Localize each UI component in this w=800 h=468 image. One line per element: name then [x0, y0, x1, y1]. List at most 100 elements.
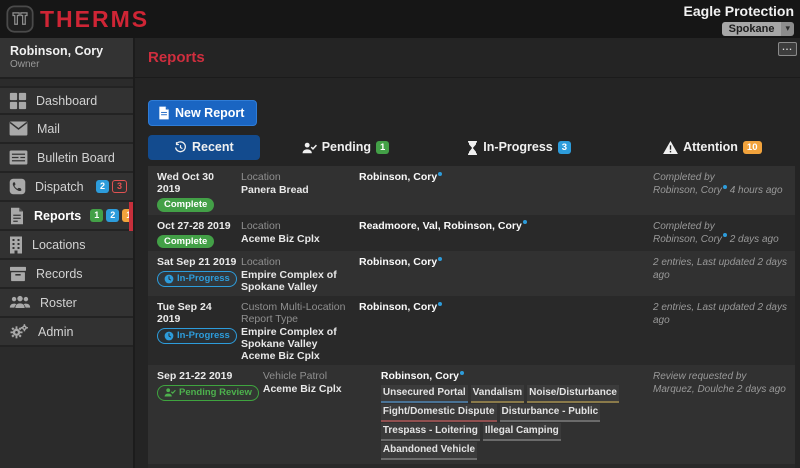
report-status-badge: In-Progress	[157, 328, 237, 344]
app-shell: Robinson, Cory Owner Dashboard	[0, 38, 800, 468]
clock-icon	[164, 274, 174, 284]
report-location: Aceme Biz Cplx	[241, 233, 351, 245]
report-meta: Review requested byMarquez, Doulche 2 da…	[653, 368, 787, 461]
report-status-label: In-Progress	[177, 331, 230, 341]
therms-logo[interactable]: THERMS	[6, 5, 149, 33]
report-type: Location	[241, 220, 351, 232]
sidebar-item-roster[interactable]: Roster	[0, 289, 133, 318]
report-row[interactable]: Sep 21-22 2019 Pending Review	[148, 365, 795, 464]
user-role: Owner	[10, 59, 123, 70]
person-status-dot	[723, 233, 727, 237]
sidebar-item-dashboard[interactable]: Dashboard	[0, 86, 133, 115]
sidebar-item-reports[interactable]: Reports 1 2 10	[0, 202, 133, 231]
report-type-cell: Location Empire Complex of Spokane Valle…	[241, 254, 359, 293]
report-row[interactable]: Oct 27-28 2019 Complete	[148, 215, 795, 252]
report-type-cell: Location Panera Bread	[241, 169, 359, 212]
person-status-dot	[438, 257, 442, 261]
clock-icon	[164, 331, 174, 341]
sidebar-item-dispatch[interactable]: Dispatch 2 3	[0, 173, 133, 202]
report-location: Empire Complex of Spokane Valley	[241, 269, 351, 293]
tab-pending[interactable]: Pending 1	[292, 136, 400, 160]
newspaper-icon	[9, 150, 28, 165]
sidebar-item-admin[interactable]: Admin	[0, 318, 133, 347]
report-type-cell: Custom Multi-Location Report Type Empire…	[241, 299, 359, 362]
report-tag: Unsecured Portal	[381, 385, 468, 403]
report-meta: 2 entries, Last updated 2 days ago	[653, 299, 787, 362]
region-selector-value: Spokane	[722, 22, 782, 36]
report-date: Oct 27-28 2019	[157, 218, 237, 232]
tab-recent[interactable]: Recent	[148, 135, 260, 160]
tab-in-progress[interactable]: In-Progress 3	[457, 136, 581, 160]
report-table: Wed Oct 30 2019 Complete	[148, 166, 795, 468]
sidebar-item-locations[interactable]: Locations	[0, 231, 133, 260]
page-title: Reports	[148, 49, 205, 66]
report-status-badge: Complete	[157, 198, 214, 212]
archive-box-icon	[9, 266, 27, 282]
person-status-dot	[723, 185, 727, 189]
report-tag: Disturbance - Public	[500, 404, 601, 422]
main-panel: Reports ... New Report	[135, 38, 800, 468]
sidebar-item-label: Bulletin Board	[37, 151, 115, 165]
report-row[interactable]: Sat Sep 21 2019 In-Progress	[148, 251, 795, 296]
report-date-cell: Oct 27-28 2019 Complete	[157, 218, 241, 249]
dispatch-badge-red: 3	[112, 180, 127, 193]
app-window: THERMS Eagle Protection Spokane ▾ Robins…	[0, 0, 800, 468]
report-tag: Fight/Domestic Dispute	[381, 404, 497, 422]
report-status-label: Complete	[164, 200, 207, 210]
sidebar-item-label: Records	[36, 267, 83, 281]
tab-attention[interactable]: Attention 10	[653, 136, 771, 160]
report-tag: Abandoned Vehicle	[381, 442, 477, 460]
sidebar-item-label: Reports	[34, 209, 81, 223]
reports-badges: 1 2 10	[90, 209, 135, 222]
sidebar-item-label: Admin	[38, 325, 73, 339]
sidebar-item-mail[interactable]: Mail	[0, 115, 133, 144]
report-people: Robinson, Cory	[381, 370, 645, 382]
person-check-icon	[164, 388, 176, 397]
dispatch-badges: 2 3	[96, 180, 127, 193]
report-location: Panera Bread	[241, 184, 351, 196]
top-bar: THERMS Eagle Protection Spokane ▾	[0, 0, 800, 38]
report-date-cell: Tue Sep 24 2019 In-Progress	[157, 299, 241, 362]
report-people-cell: Robinson, Cory	[359, 169, 653, 212]
warning-triangle-icon	[663, 141, 678, 154]
sidebar-item-label: Locations	[32, 238, 86, 252]
report-people-cell: Readmoore, Val, Robinson, Cory	[359, 218, 653, 249]
reports-badge-blue: 2	[106, 209, 119, 222]
report-type-cell: Vehicle Patrol Aceme Biz Cplx	[263, 368, 381, 461]
report-people-cell: Robinson, Cory	[359, 254, 653, 293]
person-status-dot	[438, 172, 442, 176]
dashboard-icon	[9, 92, 27, 110]
sidebar-nav: Dashboard Mail	[0, 86, 133, 347]
new-report-button[interactable]: New Report	[148, 100, 257, 126]
report-date-cell: Sat Sep 21 2019 In-Progress	[157, 254, 241, 293]
report-tag: Trespass - Loitering	[381, 423, 480, 441]
sidebar-user[interactable]: Robinson, Cory Owner	[0, 38, 133, 79]
logo-wordmark: THERMS	[40, 8, 149, 31]
sidebar-item-bulletin-board[interactable]: Bulletin Board	[0, 144, 133, 173]
report-meta: Completed byRobinson, Cory 2 days ago	[653, 218, 787, 249]
report-people: Readmoore, Val, Robinson, Cory	[359, 220, 645, 232]
report-date: Wed Oct 30 2019	[157, 169, 237, 195]
sidebar: Robinson, Cory Owner Dashboard	[0, 38, 135, 468]
report-row[interactable]: Tue Sep 24 2019 In-Progress	[148, 296, 795, 365]
new-report-icon	[158, 106, 170, 120]
region-selector[interactable]: Spokane ▾	[722, 22, 794, 36]
report-type: Location	[241, 171, 351, 183]
report-people: Robinson, Cory	[359, 171, 645, 183]
report-status-badge: Complete	[157, 235, 214, 249]
phone-icon	[9, 178, 26, 195]
report-date: Sat Sep 21 2019	[157, 254, 237, 268]
sidebar-item-label: Mail	[37, 122, 60, 136]
chevron-down-icon: ▾	[781, 22, 794, 36]
report-people-cell: Robinson, Cory Unsecured PortalVandalism…	[381, 368, 653, 461]
more-options-button[interactable]: ...	[778, 42, 797, 56]
report-row[interactable]: Wed Oct 30 2019 Complete	[148, 166, 795, 215]
page-header: Reports ...	[135, 38, 800, 78]
sidebar-item-records[interactable]: Records	[0, 260, 133, 289]
tab-recent-label: Recent	[192, 141, 234, 154]
report-people-cell: Robinson, Cory	[359, 299, 653, 362]
report-status-label: Pending Review	[179, 388, 252, 398]
report-tags: Unsecured PortalVandalismNoise/Disturban…	[381, 385, 645, 461]
report-status-badge: Pending Review	[157, 385, 259, 401]
report-row[interactable]: Sep 24-27 2019 In-Progress	[148, 464, 795, 468]
